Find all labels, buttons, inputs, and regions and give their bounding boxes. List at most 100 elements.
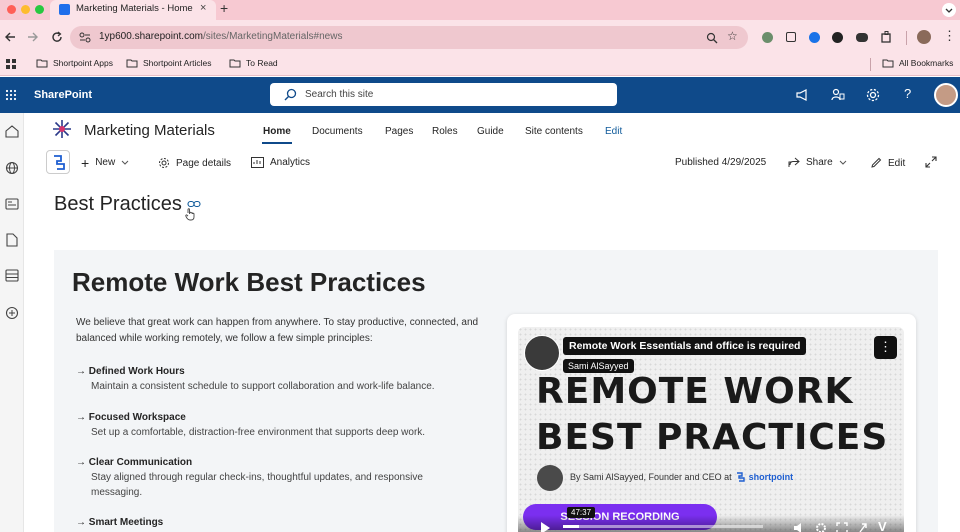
search-icon (284, 88, 297, 101)
channel-avatar[interactable] (524, 335, 560, 371)
address-bar[interactable]: 1yp600.sharepoint.com/sites/MarketingMat… (70, 26, 748, 49)
create-plus-icon[interactable] (5, 306, 19, 320)
browser-menu-icon[interactable]: ⋮ (943, 28, 956, 44)
share-button[interactable]: Share (788, 157, 847, 168)
extension-icon[interactable] (809, 32, 820, 43)
forward-icon[interactable] (27, 31, 39, 43)
search-box[interactable]: Search this site (270, 83, 617, 106)
gear-icon (159, 158, 169, 168)
reload-icon[interactable] (51, 31, 63, 43)
bookmarks-bar: Shortpoint Apps Shortpoint Articles To R… (0, 54, 960, 76)
nav-site-contents[interactable]: Site contents (525, 126, 583, 137)
bookmark-folder-shortpoint-apps[interactable]: Shortpoint Apps (36, 58, 113, 68)
close-window-button[interactable] (7, 5, 16, 14)
profile-avatar[interactable] (917, 30, 931, 44)
folder-icon (229, 59, 241, 68)
bookmark-label: To Read (246, 58, 278, 68)
list-icon[interactable] (5, 269, 19, 282)
bookmark-folder-to-read[interactable]: To Read (229, 58, 278, 68)
play-icon[interactable] (540, 522, 550, 532)
file-icon[interactable] (6, 233, 18, 247)
list-item: → Smart Meetings (76, 517, 486, 528)
chevron-down-icon (839, 160, 847, 165)
url-text: 1yp600.sharepoint.com/sites/MarketingMat… (99, 31, 343, 42)
app-launcher-icon[interactable] (5, 89, 17, 101)
share-label: Share (806, 157, 833, 168)
edit-button[interactable]: Edit (870, 157, 905, 169)
expand-icon[interactable] (925, 156, 937, 168)
analytics-icon (251, 157, 264, 168)
nav-active-indicator (262, 142, 292, 144)
maximize-window-button[interactable] (35, 5, 44, 14)
page-details-button[interactable]: Page details (158, 157, 231, 169)
nav-documents[interactable]: Documents (312, 126, 363, 137)
browser-tab[interactable]: Marketing Materials - Home × (50, 0, 216, 20)
nav-edit-link[interactable]: Edit (605, 126, 622, 137)
folder-icon (36, 59, 48, 68)
help-icon[interactable]: ? (904, 86, 911, 101)
site-title[interactable]: Marketing Materials (84, 122, 215, 139)
list-item-title: → Focused Workspace (76, 412, 186, 423)
apps-grid-icon[interactable] (6, 59, 17, 70)
video-title[interactable]: Remote Work Essentials and office is req… (563, 337, 807, 355)
app-name[interactable]: SharePoint (34, 89, 92, 101)
chevron-down-icon (121, 160, 129, 165)
hand-cursor-icon (185, 208, 195, 221)
bookmark-folder-shortpoint-articles[interactable]: Shortpoint Articles (126, 58, 212, 68)
extensions-puzzle-icon[interactable] (881, 31, 893, 43)
fullscreen-icon[interactable] (836, 522, 848, 532)
user-avatar[interactable] (934, 83, 958, 107)
volume-icon[interactable] (793, 522, 805, 532)
people-icon[interactable] (831, 88, 845, 102)
tab-search-icon[interactable] (942, 3, 956, 17)
close-tab-icon[interactable]: × (200, 2, 206, 14)
download-icon[interactable] (786, 32, 796, 42)
bookmark-star-icon[interactable]: ☆ (727, 29, 738, 43)
analytics-button[interactable]: Analytics (251, 157, 310, 168)
all-bookmarks-label: All Bookmarks (899, 58, 954, 68)
page-title: Best Practices (54, 193, 182, 215)
progress-bar[interactable] (563, 525, 763, 528)
back-icon[interactable] (4, 31, 16, 43)
all-bookmarks-button[interactable]: All Bookmarks (882, 58, 953, 68)
shortpoint-button[interactable] (46, 150, 70, 174)
site-logo-icon[interactable] (52, 119, 72, 139)
nav-roles[interactable]: Roles (432, 126, 458, 137)
settings-gear-icon[interactable] (815, 522, 827, 532)
speaker-avatar (537, 465, 563, 491)
globe-icon[interactable] (5, 161, 19, 175)
vimeo-logo-icon[interactable]: V (878, 519, 887, 532)
minimize-window-button[interactable] (21, 5, 30, 14)
zoom-icon[interactable] (706, 32, 718, 44)
video-headline-2: BEST PRACTICES (536, 417, 889, 458)
megaphone-icon[interactable] (795, 88, 809, 102)
list-item-description: Maintain a consistent schedule to suppor… (91, 381, 435, 392)
settings-gear-icon[interactable] (866, 88, 880, 102)
list-item-description: Stay aligned through regular check-ins, … (91, 472, 423, 498)
nav-home[interactable]: Home (263, 126, 291, 137)
suite-bar: SharePoint Search this site ? (0, 77, 960, 113)
bookmarks-divider (870, 58, 871, 71)
site-info-icon[interactable] (79, 32, 91, 43)
nav-pages[interactable]: Pages (385, 126, 413, 137)
plus-icon: + (81, 154, 90, 171)
shortpoint-logo-icon (54, 155, 65, 170)
nav-guide[interactable]: Guide (477, 126, 504, 137)
section-heading: Remote Work Best Practices (72, 267, 426, 297)
extension-icon[interactable] (832, 32, 843, 43)
video-menu-icon[interactable]: ⋮ (874, 336, 897, 359)
home-icon[interactable] (5, 125, 19, 138)
news-icon[interactable] (5, 198, 19, 210)
share-icon[interactable] (858, 522, 870, 532)
browser-tab-bar: Marketing Materials - Home × + (0, 0, 960, 20)
duration-tooltip: 47:37 (567, 507, 596, 518)
new-tab-icon[interactable]: + (220, 0, 228, 16)
extension-icon[interactable] (762, 32, 773, 43)
list-item-description: Set up a comfortable, distraction-free e… (91, 427, 426, 438)
new-button[interactable]: + New (81, 154, 129, 171)
extension-icon[interactable] (856, 33, 868, 42)
list-item-title: → Smart Meetings (76, 517, 164, 528)
progress-fill (563, 525, 579, 528)
video-player[interactable]: Remote Work Essentials and office is req… (518, 327, 904, 532)
list-item: → Focused Workspace Set up a comfortable… (76, 412, 486, 440)
